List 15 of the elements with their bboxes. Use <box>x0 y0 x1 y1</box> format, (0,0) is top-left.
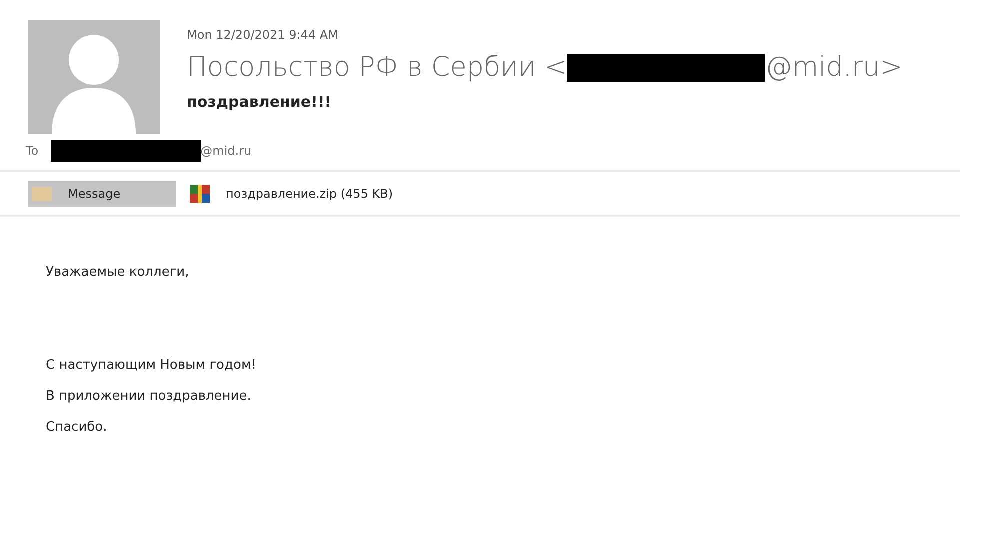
sender-domain: @mid.ru> <box>765 52 903 83</box>
archive-icon <box>190 185 210 203</box>
body-paragraph: Спасибо. <box>46 420 108 435</box>
body-paragraph: В приложении поздравление. <box>46 389 252 404</box>
message-tab[interactable]: Message <box>28 181 176 207</box>
avatar-placeholder-icon <box>28 20 160 134</box>
body-paragraph: С наступающим Новым годом! <box>46 358 256 373</box>
sent-date: Mon 12/20/2021 9:44 AM <box>187 28 340 42</box>
email-subject: поздравление!!! <box>187 93 333 111</box>
attachment-tab[interactable]: поздравление.zip (455 KB) <box>186 181 404 207</box>
recipient-domain: @mid.ru <box>200 144 252 158</box>
to-label: To <box>26 144 39 158</box>
greeting-line: Уважаемые коллеги, <box>46 265 190 280</box>
sender-name: Посольство РФ в Сербии < <box>187 52 568 83</box>
envelope-icon <box>32 187 52 201</box>
